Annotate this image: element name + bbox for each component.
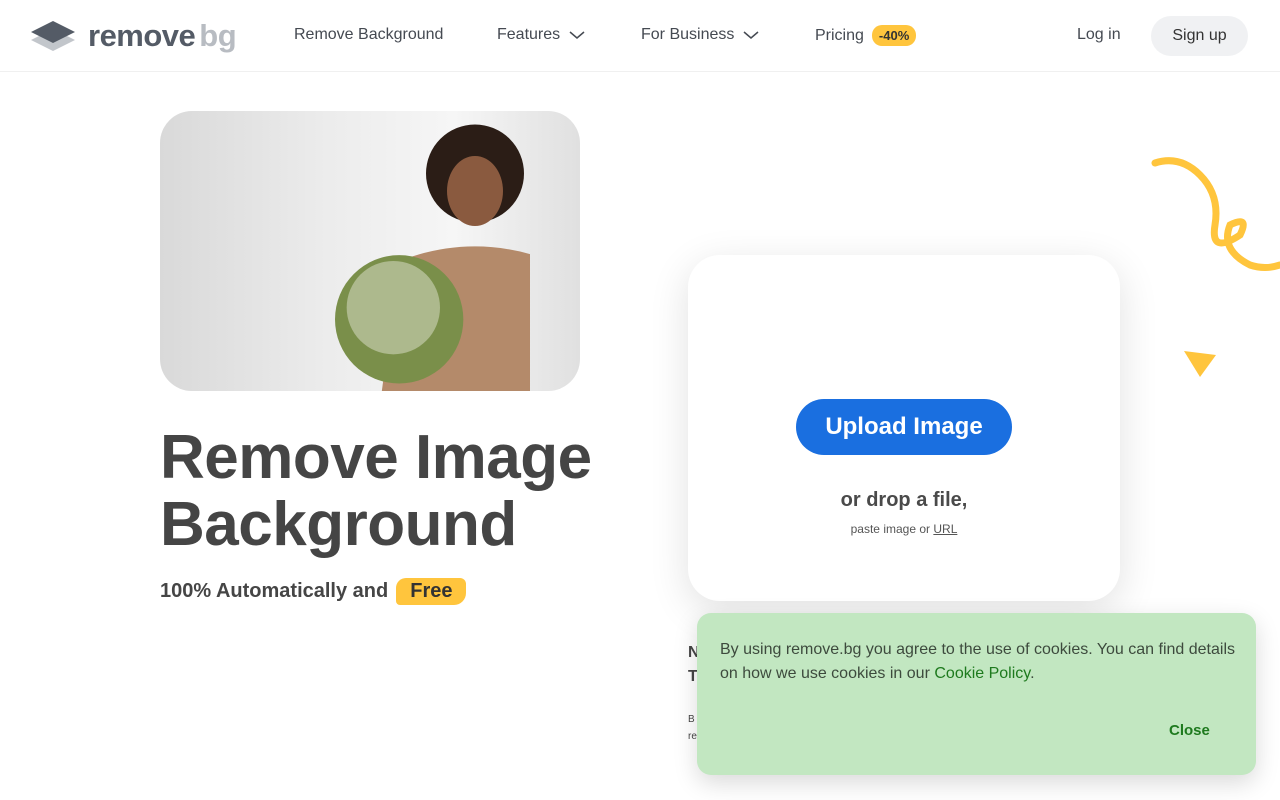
logo[interactable]: remove bg [30,18,237,54]
nav-for-business[interactable]: For Business [641,26,760,44]
woman-with-flowers-image [335,124,530,391]
squiggle-decoration [1151,157,1280,271]
hidden-text-fragment: re [688,731,697,742]
top-nav: remove bg Remove Background Features For … [0,0,1280,72]
nav-pricing[interactable]: Pricing -40% [815,25,917,46]
url-link[interactable]: URL [933,522,957,536]
signup-button[interactable]: Sign up [1151,16,1248,56]
cookie-text: By using remove.bg you agree to the use … [720,641,1235,682]
logo-icon [31,21,75,51]
discount-badge: -40% [871,25,917,46]
triangle-decoration [1184,351,1216,377]
upload-image-button[interactable]: Upload Image [796,399,1012,455]
paste-hint: paste image or URL [850,522,958,536]
upload-dropzone[interactable]: Upload Image or drop a file, paste image… [688,255,1120,601]
hidden-text-fragment: B [688,714,695,725]
cookie-banner: By using remove.bg you agree to the use … [697,613,1256,775]
login-link[interactable]: Log in [1077,26,1121,44]
chevron-down-icon [743,31,759,39]
nav-features[interactable]: Features [497,26,586,44]
free-highlight: Free [396,578,467,605]
chevron-down-icon [569,31,585,39]
logo-text: remove bg [88,18,237,53]
drop-file-text: or drop a file, [840,489,968,511]
nav-remove-background[interactable]: Remove Background [294,26,443,44]
cookie-policy-link[interactable]: Cookie Policy [934,665,1030,682]
hero-image [160,111,580,391]
hero-subtitle: 100% Automatically and Free [160,578,467,605]
cookie-close-button[interactable]: Close [1169,722,1210,739]
hero-title: Remove Image Background [160,423,592,559]
